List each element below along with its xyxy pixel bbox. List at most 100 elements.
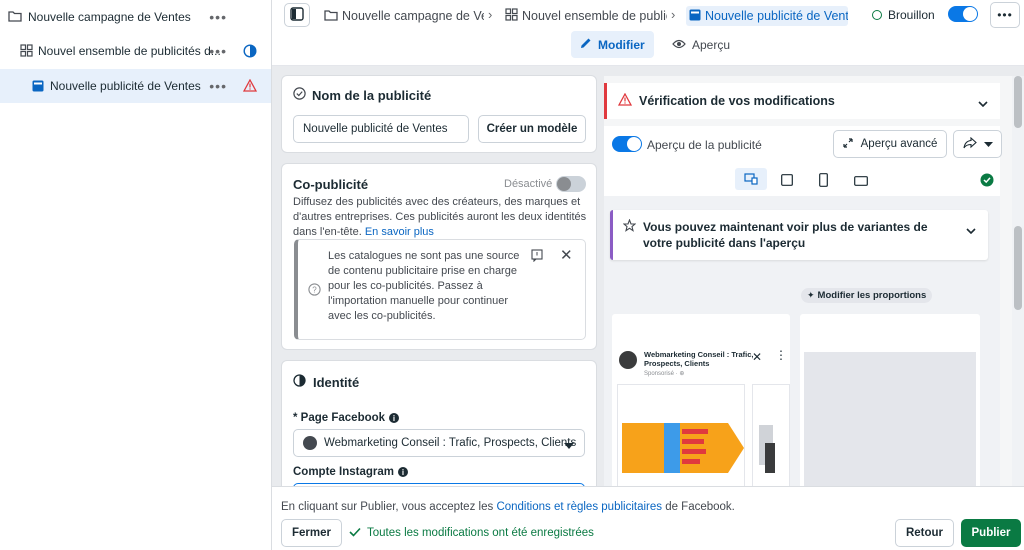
ad-preview-card: Webmarketing Conseil : Trafic, Prospects… <box>612 314 790 486</box>
status-circle-icon <box>872 10 882 20</box>
folder-icon <box>324 9 338 24</box>
create-template-button[interactable]: Créer un modèle <box>478 115 586 143</box>
tree-item-label: Nouvelle publicité de Ventes <box>50 79 201 93</box>
co-ad-toggle-label: Désactivé <box>504 178 553 190</box>
share-icon <box>962 136 977 152</box>
more-options-icon: ••• <box>997 8 1013 22</box>
more-menu-button[interactable]: ••• <box>990 2 1020 28</box>
ad-name-title: Nom de la publicité <box>312 87 432 103</box>
co-ad-toggle[interactable] <box>556 176 586 192</box>
ad-name-card: Nom de la publicité Nouvelle publicité d… <box>281 75 597 153</box>
chevron-down-icon <box>978 96 988 110</box>
facebook-page-value: Webmarketing Conseil : Trafic, Prospects… <box>324 437 577 449</box>
verification-title: Vérification de vos modifications <box>639 94 835 108</box>
tab-preview[interactable]: Aperçu <box>666 31 736 58</box>
scrollbar-thumb-top[interactable] <box>1014 76 1022 128</box>
terms-prefix: En cliquant sur Publier, vous acceptez l… <box>281 501 497 513</box>
instagram-label-row: Compte Instagram i <box>293 466 408 478</box>
variants-info-banner[interactable]: Vous pouvez maintenant voir plus de vari… <box>610 210 988 260</box>
breadcrumb-adset[interactable]: Nouvel ensemble de public <box>505 6 667 26</box>
more-vertical-icon[interactable]: ⋮ <box>775 349 787 361</box>
check-icon <box>349 526 361 540</box>
co-ad-card: Co-publicité Désactivé Diffusez des publ… <box>281 163 597 350</box>
preview-scroll-area: Vous pouvez maintenant voir plus de vari… <box>604 196 1000 486</box>
preview-toggle[interactable] <box>612 136 642 152</box>
info-icon: i <box>397 467 408 477</box>
more-options-icon[interactable]: ••• <box>209 9 227 25</box>
co-ad-description: Diffusez des publicités avec des créateu… <box>293 195 589 240</box>
tree-item-label: Nouvelle campagne de Ventes <box>28 10 191 24</box>
tab-label: Aperçu <box>692 37 731 52</box>
ad-page-name: Webmarketing Conseil : Trafic, Prospects… <box>644 350 754 368</box>
saved-status-text: Toutes les modifications ont été enregis… <box>367 527 594 539</box>
share-preview-button[interactable] <box>953 130 1002 158</box>
breadcrumb-label: Nouvelle publicité de Vente <box>705 9 848 23</box>
preview-panel: Vérification de vos modifications Aperçu… <box>604 76 1024 486</box>
saved-status: Toutes les modifications ont été enregis… <box>349 526 594 540</box>
breadcrumb-campaign[interactable]: Nouvelle campagne de Ven <box>324 6 484 26</box>
feedback-icon[interactable] <box>531 249 543 265</box>
dropdown-caret-icon <box>564 440 574 452</box>
ad-creative-image <box>617 384 745 486</box>
preview-toggle-label: Aperçu de la publicité <box>647 138 762 152</box>
close-icon[interactable]: ✕ <box>560 246 573 264</box>
back-button[interactable]: Retour <box>895 519 954 547</box>
co-ad-notice-text: Les catalogues ne sont pas une source de… <box>328 250 520 322</box>
facebook-page-label-row: * Page Facebook i <box>293 412 400 424</box>
status-label: Brouillon <box>888 8 935 22</box>
tab-label: Modifier <box>598 37 645 52</box>
vertical-format-icon[interactable] <box>819 173 828 190</box>
advanced-preview-label: Aperçu avancé <box>860 138 938 150</box>
identity-title: Identité <box>313 374 360 390</box>
ad-preview-card-secondary <box>800 314 980 486</box>
publish-button[interactable]: Publier <box>961 519 1021 547</box>
panel-icon <box>290 6 304 24</box>
page-avatar <box>619 351 637 369</box>
ad-preview-area: Aperçu de la publicité Aperçu avancé Vou… <box>604 126 1002 486</box>
co-ad-notice: ? Les catalogues ne sont pas une source … <box>294 239 586 340</box>
folder-icon <box>8 10 22 25</box>
learn-more-link[interactable]: En savoir plus <box>365 226 434 238</box>
horizontal-format-icon[interactable] <box>854 175 868 189</box>
square-format-icon[interactable] <box>781 174 793 189</box>
instagram-label: Compte Instagram <box>293 466 394 478</box>
grid-icon <box>20 44 33 60</box>
preview-scrollbar[interactable] <box>1012 76 1024 486</box>
tab-edit[interactable]: Modifier <box>571 31 654 58</box>
advanced-preview-button[interactable]: Aperçu avancé <box>833 130 947 158</box>
terms-link[interactable]: Conditions et règles publicitaires <box>496 501 662 513</box>
breadcrumb-label: Nouvel ensemble de public <box>522 9 667 23</box>
terms-suffix: de Facebook. <box>662 501 735 513</box>
facebook-page-label: * Page Facebook <box>293 412 386 424</box>
ad-carousel-next-image <box>752 384 790 486</box>
tree-item-adset[interactable]: Nouvel ensemble de publicités d... ••• <box>0 34 271 68</box>
variants-info-text: Vous pouvez maintenant voir plus de vari… <box>643 220 928 250</box>
active-toggle[interactable] <box>948 6 978 22</box>
format-feed-tab[interactable] <box>735 168 767 190</box>
tree-item-campaign[interactable]: Nouvelle campagne de Ventes ••• <box>0 0 271 34</box>
close-button[interactable]: Fermer <box>281 519 342 547</box>
editor-main: Nom de la publicité Nouvelle publicité d… <box>272 66 1024 486</box>
close-icon[interactable]: ✕ <box>752 350 762 364</box>
modify-proportions-button[interactable]: ✦ Modifier les proportions <box>801 288 933 303</box>
more-options-icon[interactable]: ••• <box>209 78 227 94</box>
modify-proportions-label: Modifier les proportions <box>817 290 927 301</box>
info-icon: i <box>389 413 400 423</box>
devices-icon <box>744 173 758 188</box>
ad-sponsored-label: Sponsorisé · ⊕ <box>644 371 685 377</box>
star-icon <box>622 218 637 235</box>
more-options-icon[interactable]: ••• <box>209 43 227 59</box>
tree-item-ad[interactable]: Nouvelle publicité de Ventes ••• <box>0 69 271 103</box>
ad-name-input[interactable]: Nouvelle publicité de Ventes <box>293 115 469 143</box>
ad-name-header: Nom de la publicité <box>293 87 431 103</box>
toggle-sidebar-button[interactable] <box>284 3 310 27</box>
chevron-right-icon: › <box>488 7 493 22</box>
facebook-page-select[interactable]: Webmarketing Conseil : Trafic, Prospects… <box>293 429 585 457</box>
expand-icon <box>843 137 853 151</box>
scrollbar-thumb[interactable] <box>1014 226 1022 310</box>
breadcrumb-label: Nouvelle campagne de Ven <box>342 9 484 23</box>
verification-banner[interactable]: Vérification de vos modifications <box>604 83 1000 119</box>
breadcrumb-ad[interactable]: Nouvelle publicité de Vente <box>686 6 848 26</box>
warning-icon <box>617 92 633 109</box>
svg-text:?: ? <box>312 285 317 294</box>
